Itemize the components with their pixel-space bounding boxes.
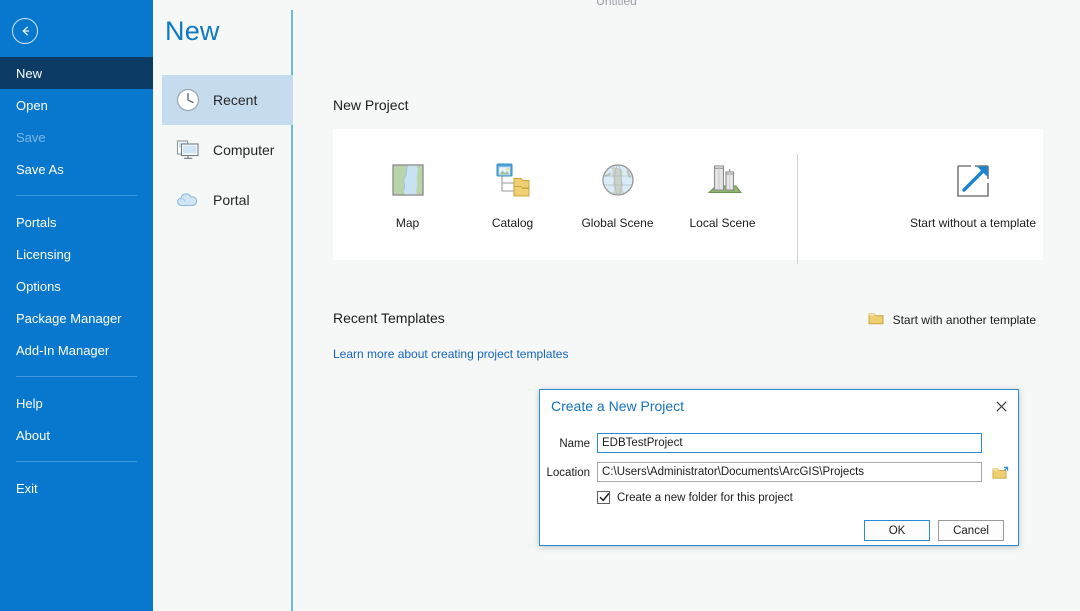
template-label: Catalog: [492, 216, 533, 230]
checkbox-box: [597, 491, 610, 504]
buildings-icon: [699, 157, 747, 205]
backstage-menu: New Open Save Save As Portals Licensing …: [0, 57, 153, 504]
page-title: New: [165, 16, 220, 47]
document-title-strip: Untitled: [153, 0, 1080, 10]
backstage-divider-3: [16, 461, 137, 462]
back-arrow-icon[interactable]: [12, 18, 38, 44]
template-label: Start without a template: [910, 216, 1036, 230]
new-project-heading: New Project: [333, 97, 408, 113]
template-catalog[interactable]: Catalog: [460, 129, 565, 230]
backstage-item-new[interactable]: New: [0, 57, 153, 89]
nav-item-recent[interactable]: Recent: [162, 75, 293, 125]
template-label: Map: [396, 216, 419, 230]
backstage-item-about[interactable]: About: [0, 419, 153, 451]
close-icon[interactable]: [992, 397, 1010, 415]
name-input[interactable]: [597, 433, 982, 453]
location-nav-column: Recent Computer Portal: [153, 10, 293, 611]
recent-templates-heading: Recent Templates: [333, 310, 445, 326]
backstage-item-options[interactable]: Options: [0, 270, 153, 302]
backstage-item-save: Save: [0, 121, 153, 153]
backstage-item-open[interactable]: Open: [0, 89, 153, 121]
backstage-item-add-in-manager[interactable]: Add-In Manager: [0, 334, 153, 366]
backstage-divider-1: [16, 195, 137, 196]
folder-icon: [868, 311, 884, 328]
computer-icon: [174, 136, 202, 164]
backstage-item-help[interactable]: Help: [0, 387, 153, 419]
template-global-scene[interactable]: Global Scene: [565, 129, 670, 230]
learn-more-link[interactable]: Learn more about creating project templa…: [333, 347, 568, 361]
arcgis-pro-backstage: Untitled New Open Save Save As Portals L…: [0, 0, 1080, 611]
template-label: Global Scene: [581, 216, 653, 230]
create-new-project-dialog: Create a New Project Name Location: [539, 389, 1019, 546]
cloud-icon: [174, 186, 202, 214]
backstage-divider-2: [16, 376, 137, 377]
catalog-icon: [489, 157, 537, 205]
template-divider: [797, 154, 798, 264]
external-arrow-icon: [949, 157, 997, 205]
ok-button[interactable]: OK: [864, 520, 930, 541]
nav-item-label: Recent: [213, 92, 257, 108]
backstage-item-portals[interactable]: Portals: [0, 206, 153, 238]
name-label: Name: [540, 438, 590, 450]
template-local-scene[interactable]: Local Scene: [670, 129, 775, 230]
check-icon: [599, 492, 610, 503]
start-with-another-template-label: Start with another template: [893, 313, 1036, 327]
backstage-sidebar: New Open Save Save As Portals Licensing …: [0, 0, 153, 611]
nav-item-label: Portal: [213, 192, 250, 208]
backstage-item-package-manager[interactable]: Package Manager: [0, 302, 153, 334]
map-icon: [384, 157, 432, 205]
dialog-title: Create a New Project: [551, 398, 684, 414]
template-map[interactable]: Map: [355, 129, 460, 230]
new-project-card: Map Catalog: [333, 129, 1043, 260]
folder-browse-icon[interactable]: [989, 463, 1011, 483]
nav-item-computer[interactable]: Computer: [162, 125, 293, 175]
clock-icon: [174, 86, 202, 114]
globe-icon: [594, 157, 642, 205]
document-title: Untitled: [153, 0, 1080, 8]
template-label: Local Scene: [689, 216, 755, 230]
nav-item-portal[interactable]: Portal: [162, 175, 293, 225]
create-folder-label: Create a new folder for this project: [617, 492, 793, 504]
location-input[interactable]: [597, 462, 982, 482]
nav-item-label: Computer: [213, 142, 274, 158]
template-blank[interactable]: Start without a template: [853, 129, 1080, 230]
backstage-item-exit[interactable]: Exit: [0, 472, 153, 504]
cancel-button[interactable]: Cancel: [938, 520, 1004, 541]
template-list: Map Catalog: [355, 129, 775, 260]
create-folder-checkbox[interactable]: Create a new folder for this project: [597, 491, 793, 504]
start-with-another-template-button[interactable]: Start with another template: [862, 307, 1042, 332]
backstage-item-licensing[interactable]: Licensing: [0, 238, 153, 270]
location-label: Location: [540, 467, 590, 479]
backstage-item-save-as[interactable]: Save As: [0, 153, 153, 185]
